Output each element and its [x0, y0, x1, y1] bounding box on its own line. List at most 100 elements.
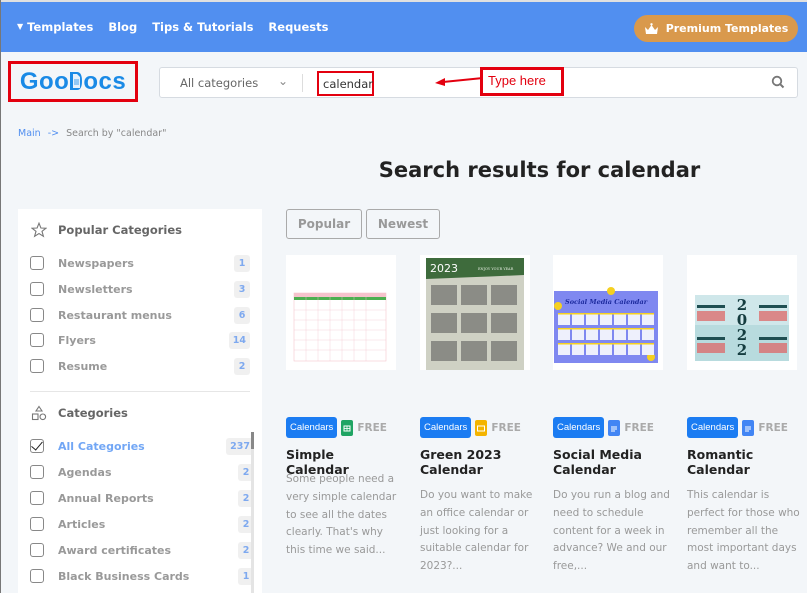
- thumbnail-simple-calendar[interactable]: [286, 255, 396, 370]
- breadcrumb: Main -> Search by "calendar": [18, 128, 166, 139]
- card-title[interactable]: Green 2023 Calendar: [420, 447, 535, 477]
- thumbnail-green-2023-calendar[interactable]: 2023 ENJOY YOUR YEAR: [420, 255, 530, 370]
- goodocs-logo[interactable]: Goo ocs: [20, 68, 126, 96]
- card-title[interactable]: Romantic Calendar: [687, 447, 802, 477]
- free-label: FREE: [491, 421, 521, 434]
- caret-down-icon: ▼: [17, 22, 24, 31]
- top-nav-bar: ▼ Templates Blog Tips & Tutorials Request…: [1, 0, 807, 52]
- crown-icon: [644, 22, 658, 34]
- count-badge: 14: [228, 331, 250, 349]
- popular-item-flyers[interactable]: Flyers 14: [30, 330, 250, 350]
- annotation-arrow-icon: [435, 77, 484, 86]
- query-highlight-box: calendar: [317, 71, 374, 96]
- category-tag[interactable]: Calendars: [286, 417, 338, 438]
- nav-requests[interactable]: Requests: [268, 20, 328, 34]
- category-label: Annual Reports: [58, 491, 154, 505]
- premium-label: Premium Templates: [665, 22, 789, 35]
- count-badge: 6: [234, 306, 250, 324]
- count-badge: 2: [234, 357, 250, 375]
- category-label: Black Business Cards: [58, 569, 190, 583]
- category-label: Flyers: [58, 333, 96, 347]
- template-card-social-media-calendar[interactable]: Social Media Calendar Calendars FREE Soc…: [553, 255, 670, 572]
- green-tagline-text: ENJOY YOUR YEAR: [478, 267, 514, 271]
- card-description: This calendar is perfect for those who r…: [687, 489, 800, 573]
- search-separator: [302, 74, 303, 92]
- category-item-articles[interactable]: Articles 2: [30, 514, 254, 534]
- category-label: Resume: [58, 359, 108, 373]
- sort-popular-button[interactable]: Popular: [286, 209, 362, 239]
- checkbox[interactable]: [30, 359, 44, 373]
- search-icon[interactable]: [771, 75, 785, 89]
- top-nav: ▼ Templates Blog Tips & Tutorials Request…: [17, 20, 328, 34]
- social-calendar-preview: Social Media Calendar: [554, 287, 658, 363]
- card-tags: Calendars FREE: [553, 417, 654, 438]
- nav-templates[interactable]: ▼ Templates: [17, 20, 93, 34]
- checkbox[interactable]: [30, 543, 44, 557]
- checkbox[interactable]: [30, 491, 44, 505]
- logo-prefix: Goo: [19, 67, 70, 95]
- breadcrumb-main[interactable]: Main: [18, 128, 41, 139]
- logo-doc-icon: [69, 68, 83, 96]
- free-label: FREE: [624, 421, 654, 434]
- type-here-annotation: Type here: [480, 67, 564, 96]
- popular-item-newspapers[interactable]: Newspapers 1: [30, 253, 250, 273]
- chevron-down-icon[interactable]: ⌄: [278, 74, 288, 88]
- green-calendar-preview: 2023 ENJOY YOUR YEAR: [426, 258, 524, 370]
- simple-calendar-preview: [293, 292, 387, 362]
- category-label: All Categories: [58, 439, 145, 453]
- card-description: Do you want to make an office calendar o…: [420, 489, 533, 573]
- category-select[interactable]: All categories: [180, 76, 258, 90]
- template-card-simple-calendar[interactable]: Calendars FREE Simple Calendar Some peop…: [286, 255, 396, 556]
- nav-templates-label: Templates: [27, 20, 94, 34]
- count-badge: 3: [234, 280, 250, 298]
- popular-categories-heading: Popular Categories: [31, 222, 182, 238]
- categories-scrollbar[interactable]: [251, 432, 254, 593]
- categories-scrollbar-thumb[interactable]: [251, 432, 254, 449]
- count-badge: 237: [226, 437, 254, 455]
- category-label: Articles: [58, 517, 106, 531]
- category-label: Newsletters: [58, 282, 133, 296]
- checkbox[interactable]: [30, 256, 44, 270]
- google-slides-icon: [475, 419, 488, 436]
- nav-blog[interactable]: Blog: [108, 20, 137, 34]
- category-item-annual-reports[interactable]: Annual Reports 2: [30, 488, 254, 508]
- nav-tips-tutorials[interactable]: Tips & Tutorials: [152, 20, 253, 34]
- breadcrumb-current: Search by "calendar": [66, 128, 167, 139]
- category-tag[interactable]: Calendars: [687, 417, 739, 438]
- checkbox[interactable]: [30, 333, 44, 347]
- template-card-romantic-calendar[interactable]: 2 0 2 2 Calendars FREE Romantic Calendar…: [687, 255, 800, 572]
- logo-suffix: ocs: [83, 67, 127, 95]
- page-title: Search results for calendar: [378, 158, 701, 182]
- count-badge: 1: [234, 254, 250, 272]
- category-label: Restaurant menus: [58, 308, 172, 322]
- category-item-award-certificates[interactable]: Award certificates 2: [30, 540, 254, 560]
- card-title[interactable]: Social Media Calendar: [553, 447, 668, 477]
- category-item-all[interactable]: All Categories 237: [30, 436, 254, 456]
- free-label: FREE: [357, 421, 387, 434]
- category-tag[interactable]: Calendars: [420, 417, 472, 438]
- thumbnail-social-media-calendar[interactable]: Social Media Calendar: [553, 255, 663, 370]
- checkbox[interactable]: [30, 465, 44, 479]
- popular-item-restaurant-menus[interactable]: Restaurant menus 6: [30, 305, 250, 325]
- template-card-green-2023-calendar[interactable]: 2023 ENJOY YOUR YEAR Calendars FREE Gree…: [420, 255, 532, 572]
- categories-heading-label: Categories: [58, 406, 128, 420]
- checkbox[interactable]: [30, 569, 44, 583]
- category-item-black-business-cards[interactable]: Black Business Cards 1: [30, 566, 254, 586]
- thumbnail-romantic-calendar[interactable]: 2 0 2 2: [687, 255, 797, 370]
- card-tags: Calendars FREE: [420, 417, 521, 438]
- popular-item-resume[interactable]: Resume 2: [30, 356, 250, 376]
- google-sheets-icon: [341, 419, 354, 436]
- checkbox[interactable]: [30, 517, 44, 531]
- category-item-agendas[interactable]: Agendas 2: [30, 462, 254, 482]
- breadcrumb-arrow: ->: [47, 128, 60, 139]
- checkbox[interactable]: [30, 308, 44, 322]
- card-description: Some people need a very simple calendar …: [286, 473, 397, 557]
- premium-templates-button[interactable]: Premium Templates: [634, 15, 798, 42]
- popular-item-newsletters[interactable]: Newsletters 3: [30, 279, 250, 299]
- category-tag[interactable]: Calendars: [553, 417, 605, 438]
- checkbox-checked[interactable]: [30, 439, 44, 453]
- sort-newest-button[interactable]: Newest: [366, 209, 440, 239]
- green-year-text: 2023: [430, 262, 458, 275]
- search-input[interactable]: calendar: [323, 77, 373, 91]
- checkbox[interactable]: [30, 282, 44, 296]
